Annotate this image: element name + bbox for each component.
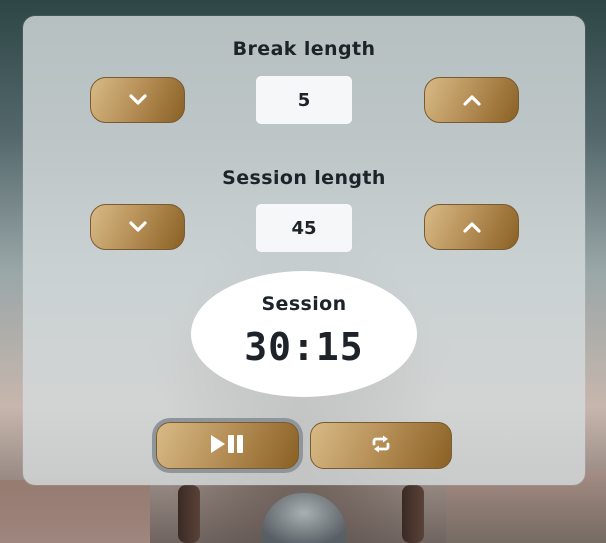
time-left: 30:15 bbox=[244, 325, 364, 369]
chevron-down-icon bbox=[128, 221, 147, 233]
session-increment-button[interactable] bbox=[424, 204, 519, 250]
chevron-down-icon bbox=[128, 94, 147, 106]
hourglass-post-right bbox=[402, 485, 424, 543]
session-length-value: 45 bbox=[256, 204, 352, 252]
session-length-label: Session length bbox=[222, 167, 386, 189]
session-decrement-button[interactable] bbox=[90, 204, 185, 250]
timer-label: Session bbox=[261, 293, 347, 315]
break-length-label: Break length bbox=[232, 38, 376, 60]
hourglass-post-left bbox=[178, 485, 200, 543]
timer-display: Session 30:15 bbox=[191, 271, 417, 397]
break-length-value: 5 bbox=[256, 76, 352, 124]
break-decrement-button[interactable] bbox=[90, 77, 185, 123]
break-increment-button[interactable] bbox=[424, 77, 519, 123]
hourglass-glass bbox=[262, 493, 346, 543]
chevron-up-icon bbox=[462, 221, 481, 233]
repeat-icon bbox=[370, 435, 392, 457]
pomodoro-panel: Break length 5 Session length 45 Session… bbox=[23, 16, 585, 485]
start-stop-button[interactable] bbox=[156, 422, 299, 469]
background-blur-left bbox=[0, 480, 150, 543]
reset-button[interactable] bbox=[310, 422, 452, 469]
chevron-up-icon bbox=[462, 94, 481, 106]
play-pause-icon bbox=[210, 434, 246, 458]
